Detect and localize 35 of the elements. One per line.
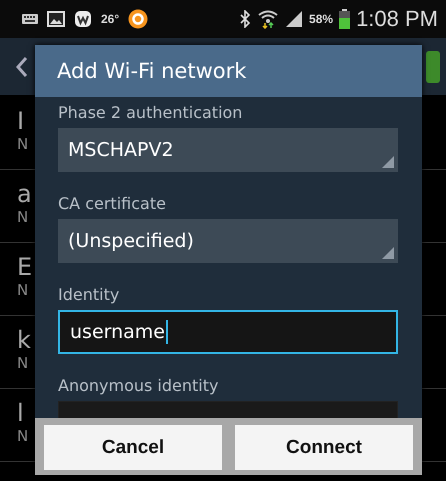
field-label: CA certificate xyxy=(58,194,167,213)
w-badge-icon xyxy=(74,10,92,28)
dropdown-corner-icon xyxy=(382,247,394,259)
back-icon[interactable] xyxy=(16,56,28,78)
keyboard-icon xyxy=(22,14,38,24)
field-label: Identity xyxy=(58,285,120,304)
network-status-text: N xyxy=(17,281,28,299)
field-label: Anonymous identity xyxy=(58,376,220,395)
dropdown[interactable]: (Unspecified) xyxy=(58,219,398,263)
network-name-text: a xyxy=(17,180,32,208)
connect-button[interactable]: Connect xyxy=(235,425,413,470)
signal-icon xyxy=(285,10,304,28)
network-name-text: l xyxy=(17,399,24,427)
dialog-title: Add Wi-Fi network xyxy=(35,45,422,97)
ring-app-icon xyxy=(128,9,148,29)
text-field[interactable]: username xyxy=(58,310,398,354)
cancel-button[interactable]: Cancel xyxy=(44,425,222,470)
dropdown[interactable]: MSCHAPV2 xyxy=(58,128,398,172)
battery-icon xyxy=(339,9,350,29)
network-name-text: k xyxy=(17,326,31,354)
action-button[interactable] xyxy=(426,50,440,82)
clock-text: 1:08 PM xyxy=(356,6,438,32)
network-status-text: N xyxy=(17,208,28,226)
field-label: Phase 2 authentication xyxy=(58,103,244,122)
network-name-text: E xyxy=(17,253,32,281)
image-icon xyxy=(47,11,65,27)
bluetooth-icon xyxy=(239,10,252,28)
network-status-text: N xyxy=(17,135,28,153)
network-status-text: N xyxy=(17,354,28,372)
dropdown-corner-icon xyxy=(382,156,394,168)
battery-percent-text: 58% xyxy=(309,12,334,26)
network-name-text: I xyxy=(17,107,24,135)
wifi-icon xyxy=(257,9,280,29)
network-status-text: N xyxy=(17,427,28,445)
temperature-text: 26° xyxy=(101,12,120,26)
